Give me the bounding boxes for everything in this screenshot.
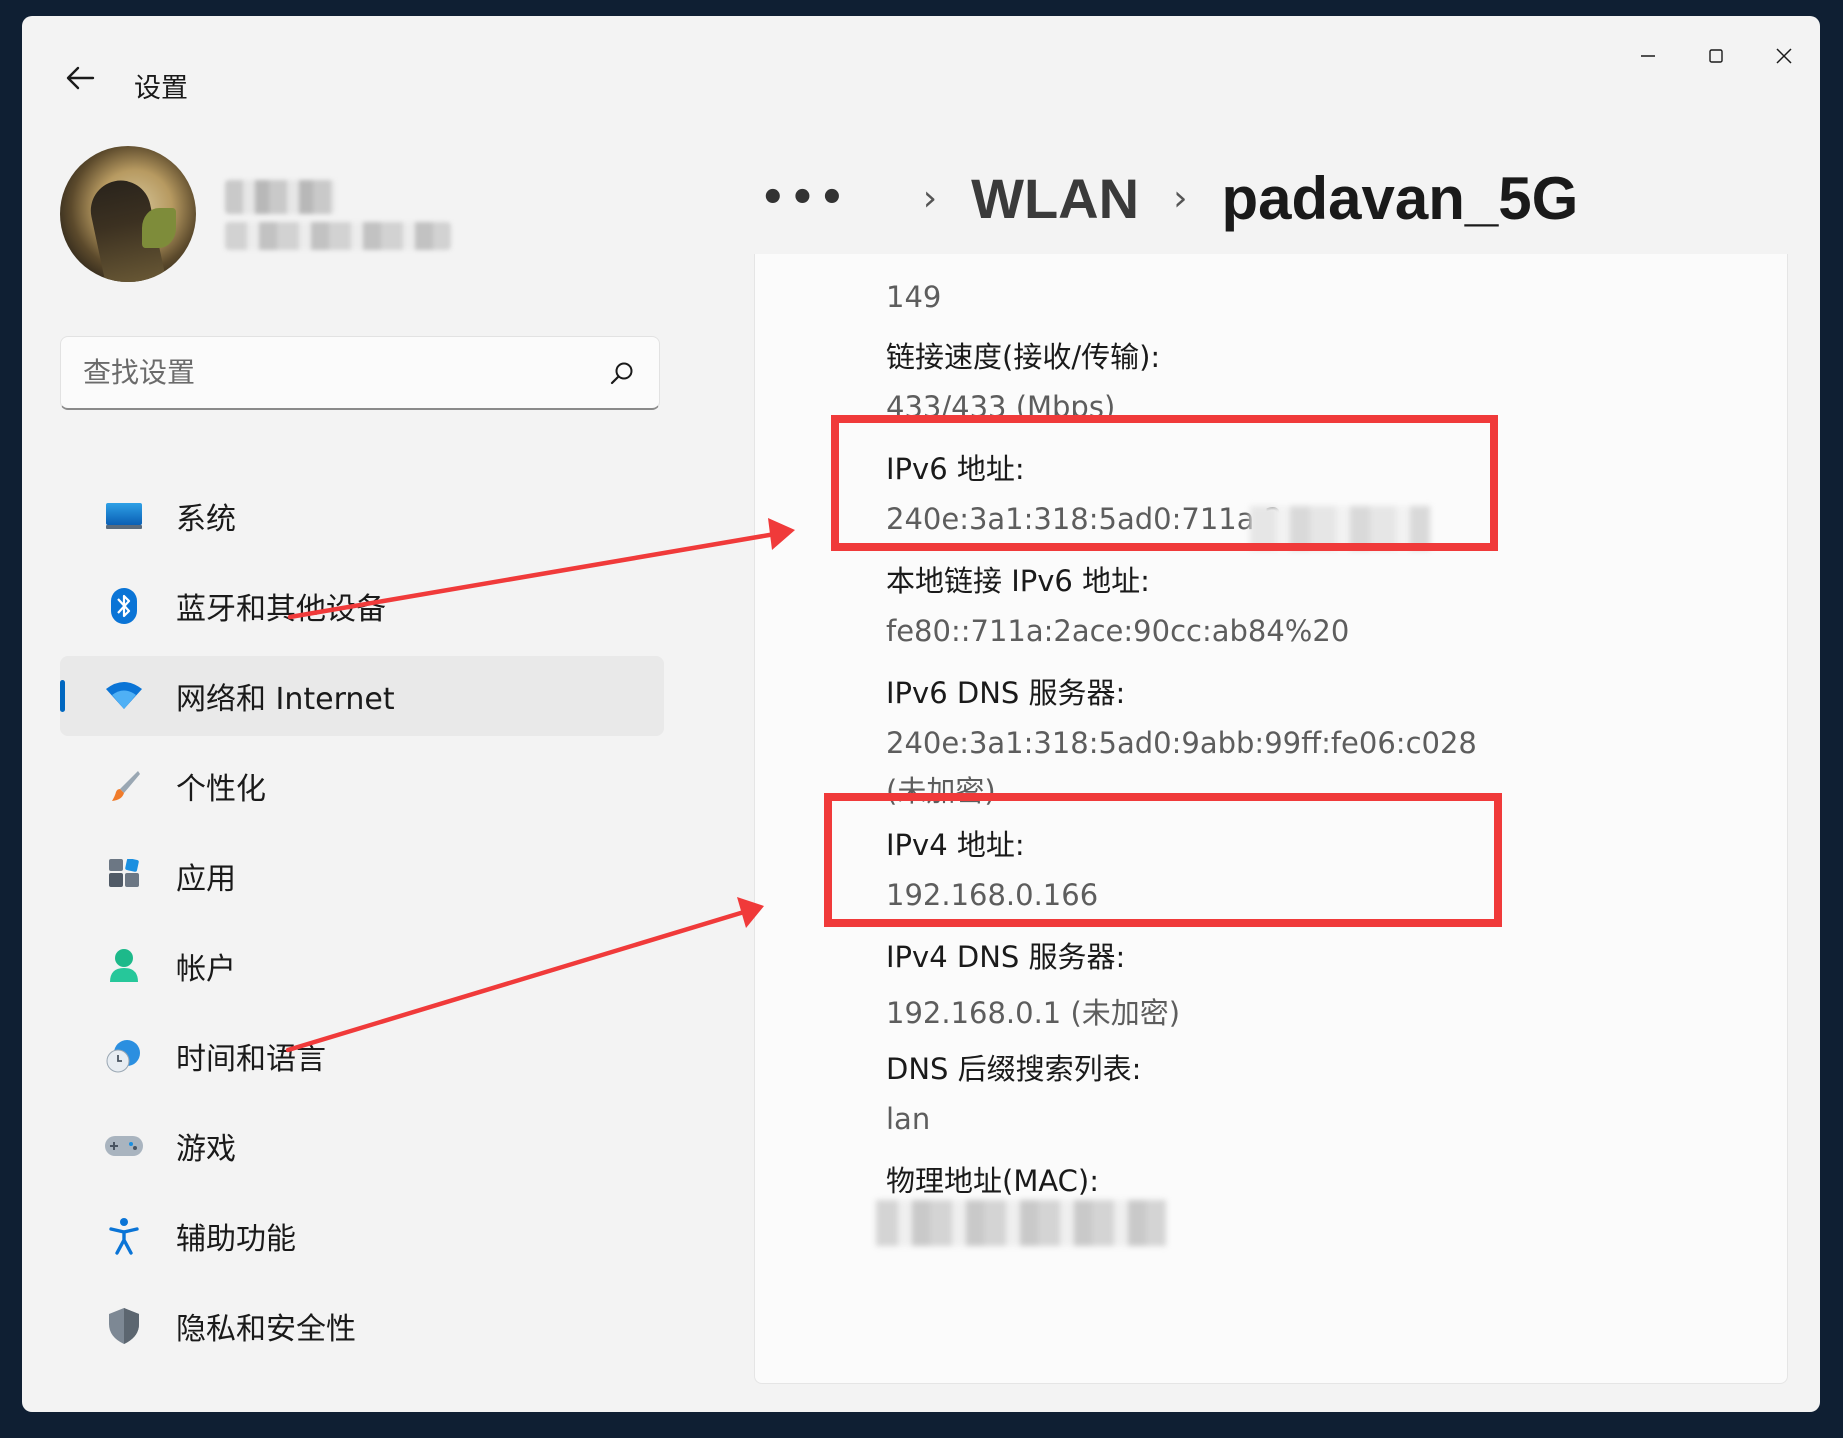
link-speed-label: 链接速度(接收/传输):: [886, 340, 1161, 374]
sidebar-item-label: 蓝牙和其他设备: [176, 592, 386, 627]
minimize-icon: [1641, 55, 1655, 57]
title-bar: 设置: [22, 16, 1820, 126]
ipv4-highlight-box: [824, 793, 1502, 927]
avatar[interactable]: [60, 146, 196, 282]
search-box[interactable]: [60, 336, 660, 410]
sidebar-item-privacy[interactable]: 隐私和安全性: [60, 1286, 664, 1366]
sidebar-item-apps[interactable]: 应用: [60, 836, 664, 916]
sidebar-item-system[interactable]: 系统: [60, 476, 664, 556]
maximize-button[interactable]: [1682, 30, 1750, 82]
close-button[interactable]: [1750, 30, 1818, 82]
system-icon: [104, 496, 144, 536]
sidebar-item-label: 辅助功能: [176, 1222, 296, 1257]
sidebar-item-accessibility[interactable]: 辅助功能: [60, 1196, 664, 1276]
sidebar-item-label: 应用: [176, 862, 236, 897]
search-icon[interactable]: [607, 358, 637, 388]
page-title: padavan_5G: [1221, 164, 1579, 232]
dns-suffix-value: lan: [886, 1102, 931, 1136]
sidebar-item-label: 隐私和安全性: [176, 1312, 356, 1347]
wifi-icon: [104, 676, 144, 716]
sidebar-item-bluetooth[interactable]: 蓝牙和其他设备: [60, 566, 664, 646]
ipv6-dns-value: 240e:3a1:318:5ad0:9abb:99ff:fe06:c028: [886, 726, 1477, 760]
breadcrumb: ••• › WLAN › padavan_5G: [760, 158, 1578, 238]
gamepad-icon: [104, 1126, 144, 1166]
brush-icon: [104, 766, 144, 806]
bluetooth-icon: [104, 586, 144, 626]
breadcrumb-parent-wlan[interactable]: WLAN: [971, 166, 1139, 231]
local-ipv6-value: fe80::711a:2ace:90cc:ab84%20: [886, 614, 1350, 648]
accessibility-icon: [104, 1216, 144, 1256]
sidebar-item-label: 个性化: [176, 772, 266, 807]
minimize-button[interactable]: [1614, 30, 1682, 82]
ipv6-dns-label: IPv6 DNS 服务器:: [886, 676, 1126, 710]
sidebar-item-label: 帐户: [176, 952, 236, 987]
time-language-icon: [104, 1036, 144, 1076]
channel-value: 149: [886, 280, 942, 314]
sidebar-item-gaming[interactable]: 游戏: [60, 1106, 664, 1186]
sidebar-item-accounts[interactable]: 帐户: [60, 926, 664, 1006]
back-arrow-icon: [66, 66, 95, 90]
ipv4-dns-value: 192.168.0.1 (未加密): [886, 996, 1181, 1030]
user-email-redacted: [225, 222, 451, 250]
user-name-redacted: [225, 180, 335, 214]
shield-icon: [104, 1306, 144, 1346]
mac-address-label: 物理地址(MAC):: [886, 1164, 1099, 1198]
ipv6-highlight-box: [831, 415, 1498, 551]
sidebar-item-time-language[interactable]: 时间和语言: [60, 1016, 664, 1096]
sidebar-item-label: 系统: [176, 502, 236, 537]
chevron-right-icon: ›: [922, 177, 938, 219]
apps-icon: [104, 856, 144, 896]
back-button[interactable]: [56, 54, 104, 102]
avatar-leaf: [142, 208, 176, 248]
sidebar-nav: 系统 蓝牙和其他设备 网络和 Internet 个性化 应用 帐户 时间和语言 …: [60, 476, 664, 1376]
maximize-icon: [1709, 49, 1723, 63]
sidebar-item-label: 游戏: [176, 1132, 236, 1167]
mac-address-redacted: [876, 1200, 1166, 1246]
ipv4-dns-label: IPv4 DNS 服务器:: [886, 940, 1126, 974]
search-input[interactable]: [83, 356, 607, 389]
settings-window: 设置 查找设置 系统 蓝牙和其他设备 网络和 Internet 个性化 应用 帐…: [22, 16, 1820, 1412]
chevron-right-icon: ›: [1173, 177, 1188, 219]
breadcrumb-more-button[interactable]: •••: [760, 175, 849, 221]
sidebar-item-label: 时间和语言: [176, 1042, 326, 1077]
app-title: 设置: [134, 73, 188, 104]
local-ipv6-label: 本地链接 IPv6 地址:: [886, 564, 1150, 598]
sidebar-item-personalization[interactable]: 个性化: [60, 746, 664, 826]
dns-suffix-label: DNS 后缀搜索列表:: [886, 1052, 1142, 1086]
sidebar-item-network[interactable]: 网络和 Internet: [60, 656, 664, 736]
sidebar-item-label: 网络和 Internet: [176, 682, 395, 717]
close-icon: [1776, 48, 1792, 64]
account-icon: [104, 946, 144, 986]
